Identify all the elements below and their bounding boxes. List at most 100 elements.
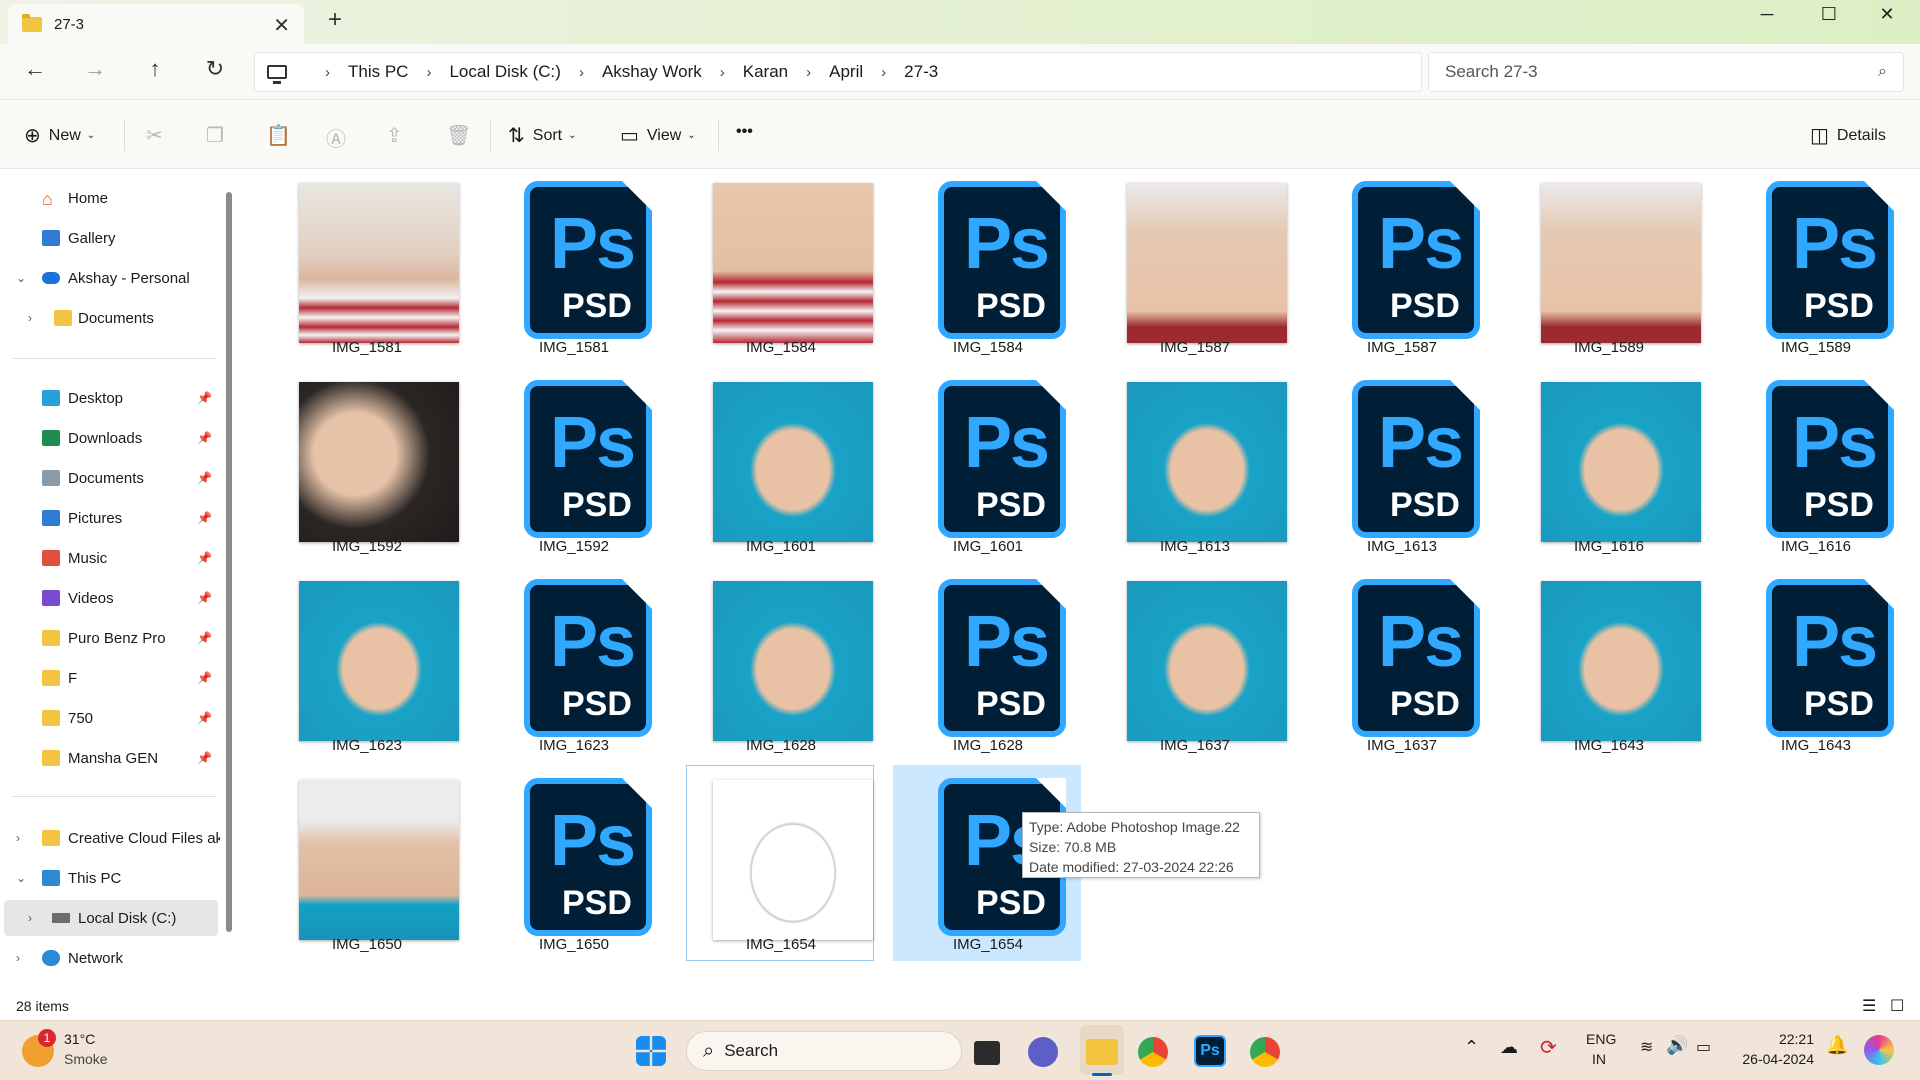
file-tile-psd[interactable]: Ps PSD IMG_1584 xyxy=(893,168,1081,364)
file-tile-image[interactable]: IMG_1587 xyxy=(1100,168,1288,364)
sidebar-item-creative-cloud[interactable]: › Creative Cloud Files ak xyxy=(0,820,222,856)
crumb-this-pc[interactable]: This PC xyxy=(348,62,408,82)
file-tile-image[interactable]: IMG_1623 xyxy=(272,566,460,762)
pin-icon[interactable]: 📌 xyxy=(197,671,212,685)
pin-icon[interactable]: 📌 xyxy=(197,551,212,565)
details-button[interactable]: ◫ Details xyxy=(1810,123,1886,148)
file-tile-image[interactable]: IMG_1584 xyxy=(686,168,874,364)
sidebar-item-quick[interactable]: Puro Benz Pro 📌 xyxy=(0,620,220,656)
chevron-down-icon[interactable]: ⌄ xyxy=(16,271,26,285)
file-tile-image[interactable]: IMG_1589 xyxy=(1514,168,1702,364)
sidebar-item-this-pc[interactable]: ⌄ This PC xyxy=(0,860,220,896)
pin-icon[interactable]: 📌 xyxy=(197,591,212,605)
delete-icon[interactable]: 🗑 xyxy=(446,123,479,148)
computer-icon[interactable] xyxy=(267,65,287,84)
search-icon[interactable]: ⌕ xyxy=(1878,63,1887,81)
pin-icon[interactable]: 📌 xyxy=(197,431,212,445)
language-code[interactable]: ENG xyxy=(1586,1031,1616,1047)
region-code[interactable]: IN xyxy=(1592,1051,1606,1067)
sidebar-scrollbar[interactable] xyxy=(226,192,232,932)
onedrive-icon[interactable]: ☁ xyxy=(1500,1037,1518,1058)
tab-27-3[interactable]: 27-3 ✕ xyxy=(8,4,304,44)
notification-bell-icon[interactable]: 🔔 xyxy=(1826,1035,1848,1056)
new-tab-button[interactable]: + xyxy=(328,6,342,34)
sidebar-item-quick[interactable]: Music 📌 xyxy=(0,540,220,576)
cut-icon[interactable]: ✂ xyxy=(146,123,171,148)
crumb-27-3[interactable]: 27-3 xyxy=(904,62,938,82)
sidebar-item-local-disk[interactable]: › Local Disk (C:) xyxy=(4,900,218,936)
file-tile-psd[interactable]: Ps PSD IMG_1581 xyxy=(479,168,667,364)
teams-icon[interactable] xyxy=(1028,1037,1058,1067)
pin-icon[interactable]: 📌 xyxy=(197,631,212,645)
photoshop-taskbar-icon[interactable]: Ps xyxy=(1194,1035,1226,1067)
chevron-right-icon[interactable]: › xyxy=(426,64,431,81)
chrome-profile-icon[interactable] xyxy=(1250,1037,1280,1067)
file-tile-image[interactable]: IMG_1581 xyxy=(272,168,460,364)
sidebar-item-quick[interactable]: Videos 📌 xyxy=(0,580,220,616)
file-tile-image[interactable]: IMG_1654 xyxy=(686,765,874,961)
chevron-right-icon[interactable]: › xyxy=(579,64,584,81)
chevron-right-icon[interactable]: › xyxy=(325,64,330,81)
clock-date[interactable]: 26-04-2024 xyxy=(1736,1051,1814,1067)
breadcrumb[interactable]: › This PC › Local Disk (C:) › Akshay Wor… xyxy=(254,52,1422,92)
chevron-right-icon[interactable]: › xyxy=(881,64,886,81)
refresh-icon[interactable]: ↻ xyxy=(200,56,230,82)
battery-icon[interactable]: ▭ xyxy=(1696,1037,1711,1057)
pin-icon[interactable]: 📌 xyxy=(197,751,212,765)
file-tile-image[interactable]: IMG_1592 xyxy=(272,367,460,563)
sidebar-item-quick[interactable]: Documents 📌 xyxy=(0,460,220,496)
copy-icon[interactable]: ❐ xyxy=(206,123,232,148)
pin-icon[interactable]: 📌 xyxy=(197,711,212,725)
sync-icon[interactable]: ⟳ xyxy=(1540,1035,1557,1060)
sidebar-item-quick[interactable]: Downloads 📌 xyxy=(0,420,220,456)
file-tile-image[interactable]: IMG_1637 xyxy=(1100,566,1288,762)
crumb-karan[interactable]: Karan xyxy=(743,62,788,82)
sidebar-item-quick[interactable]: 750 📌 xyxy=(0,700,220,736)
volume-icon[interactable]: 🔊 xyxy=(1666,1035,1688,1056)
chevron-down-icon[interactable]: ⌄ xyxy=(16,871,26,885)
sidebar-item-quick[interactable]: Pictures 📌 xyxy=(0,500,220,536)
file-tile-psd[interactable]: Ps PSD IMG_1616 xyxy=(1721,367,1909,563)
chevron-right-icon[interactable]: › xyxy=(28,311,32,325)
weather-temp[interactable]: 31°C xyxy=(64,1031,95,1047)
view-button[interactable]: ▭ View ⌄ xyxy=(620,123,696,148)
sidebar-item-quick[interactable]: F 📌 xyxy=(0,660,220,696)
weather-desc[interactable]: Smoke xyxy=(64,1051,108,1067)
sidebar-item-home[interactable]: ⌂ Home xyxy=(0,180,220,216)
chevron-right-icon[interactable]: › xyxy=(16,831,20,845)
taskbar-search[interactable]: ⌕ Search xyxy=(686,1031,962,1071)
task-view-icon[interactable] xyxy=(974,1041,1000,1065)
copilot-icon[interactable] xyxy=(1864,1035,1894,1065)
file-tile-image[interactable]: IMG_1601 xyxy=(686,367,874,563)
share-icon[interactable]: ⇪ xyxy=(386,123,411,148)
file-tile-psd[interactable]: Ps PSD IMG_1587 xyxy=(1307,168,1495,364)
forward-arrow-icon[interactable]: → xyxy=(80,56,110,82)
wifi-icon[interactable]: ≋ xyxy=(1640,1037,1653,1057)
back-arrow-icon[interactable]: ← xyxy=(20,56,50,82)
new-button[interactable]: ⊕ New ⌄ xyxy=(24,123,95,148)
file-tile-psd[interactable]: Ps PSD IMG_1628 xyxy=(893,566,1081,762)
start-icon[interactable] xyxy=(636,1036,666,1066)
file-tile-psd[interactable]: Ps PSD IMG_1613 xyxy=(1307,367,1495,563)
pin-icon[interactable]: 📌 xyxy=(197,391,212,405)
file-tile-psd[interactable]: Ps PSD IMG_1643 xyxy=(1721,566,1909,762)
up-arrow-icon[interactable]: ↑ xyxy=(140,56,170,82)
file-tile-psd[interactable]: Ps PSD IMG_1592 xyxy=(479,367,667,563)
file-tile-psd[interactable]: Ps PSD IMG_1623 xyxy=(479,566,667,762)
clock-time[interactable]: 22:21 xyxy=(1744,1031,1814,1047)
sort-button[interactable]: ⇅ Sort ⌄ xyxy=(508,123,577,148)
chevron-right-icon[interactable]: › xyxy=(16,951,20,965)
maximize-button[interactable]: ☐ xyxy=(1806,4,1852,25)
pin-icon[interactable]: 📌 xyxy=(197,471,212,485)
chrome-icon[interactable] xyxy=(1138,1037,1168,1067)
close-tab-icon[interactable]: ✕ xyxy=(273,13,290,38)
file-tile-image[interactable]: IMG_1628 xyxy=(686,566,874,762)
file-tile-image[interactable]: IMG_1616 xyxy=(1514,367,1702,563)
sidebar-item-quick[interactable]: Desktop 📌 xyxy=(0,380,220,416)
search-input[interactable]: Search 27-3 ⌕ xyxy=(1428,52,1904,92)
file-tile-image[interactable]: IMG_1613 xyxy=(1100,367,1288,563)
crumb-akshay-work[interactable]: Akshay Work xyxy=(602,62,702,82)
file-tile-image[interactable]: IMG_1650 xyxy=(272,765,460,961)
more-options-button[interactable]: ••• xyxy=(736,123,753,141)
chevron-up-icon[interactable]: ⌃ xyxy=(1464,1037,1479,1058)
